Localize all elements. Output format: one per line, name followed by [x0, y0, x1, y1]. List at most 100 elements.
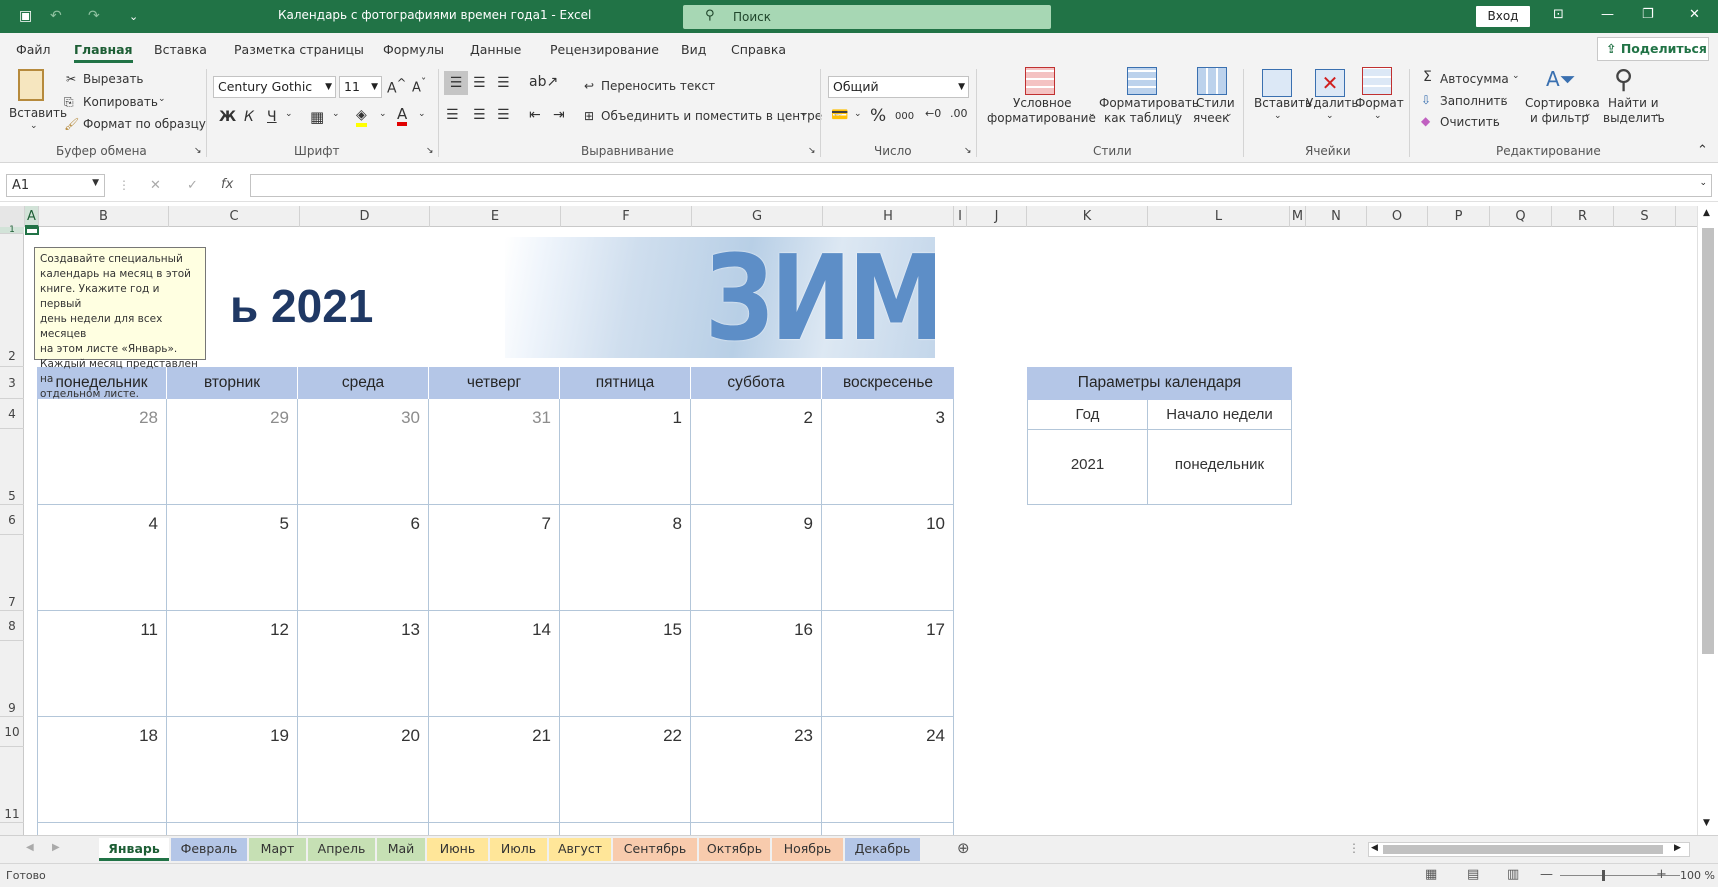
alignment-launcher-icon[interactable]: ↘: [808, 146, 816, 156]
calendar-day-cell[interactable]: 4: [37, 505, 167, 611]
calendar-day-cell[interactable]: 28: [429, 823, 560, 835]
format-cells-icon[interactable]: [1362, 67, 1392, 95]
normal-view-icon[interactable]: ▦: [1425, 867, 1437, 882]
tab-split-handle-icon[interactable]: ⋮: [1348, 841, 1360, 855]
column-header[interactable]: D: [300, 206, 430, 227]
fill-button[interactable]: Заполнить: [1440, 94, 1508, 108]
scroll-left-icon[interactable]: ◀: [1371, 843, 1378, 853]
copy-button[interactable]: Копировать: [83, 95, 158, 109]
copy-icon[interactable]: ⎘: [64, 95, 74, 110]
add-sheet-icon[interactable]: ⊕: [957, 839, 970, 857]
save-icon[interactable]: ▣: [19, 8, 32, 24]
signin-button[interactable]: Вход: [1476, 6, 1530, 27]
find-select-icon[interactable]: ⚲: [1614, 65, 1633, 95]
tab-formulas[interactable]: Формулы: [383, 42, 444, 57]
paste-dropdown-icon[interactable]: ⌄: [30, 121, 38, 131]
sheet-tab[interactable]: Август: [549, 838, 611, 861]
scroll-down-icon[interactable]: ▼: [1703, 818, 1710, 828]
conditional-formatting-icon[interactable]: [1025, 67, 1055, 95]
sheet-tab[interactable]: Февраль: [171, 838, 247, 861]
calendar-day-cell[interactable]: 20: [298, 717, 429, 823]
enter-icon[interactable]: ✓: [187, 178, 198, 193]
minimize-button[interactable]: —: [1601, 7, 1614, 22]
column-header[interactable]: S: [1614, 206, 1676, 227]
name-box[interactable]: A1 ▼: [6, 174, 105, 197]
column-header[interactable]: L: [1148, 206, 1290, 227]
column-header[interactable]: N: [1306, 206, 1367, 227]
sheet-tab[interactable]: Ноябрь: [772, 838, 843, 861]
sort-filter-label2[interactable]: и фильтр: [1530, 111, 1589, 125]
calendar-day-cell[interactable]: 11: [37, 611, 167, 717]
font-color-icon[interactable]: A: [397, 106, 408, 126]
align-left-icon[interactable]: ☰: [446, 107, 459, 123]
copy-dropdown-icon[interactable]: ⌄: [158, 94, 166, 104]
row-header[interactable]: 7: [0, 535, 24, 611]
calendar-day-cell[interactable]: 29: [560, 823, 691, 835]
chevron-down-icon[interactable]: ⌄: [854, 109, 862, 119]
clear-icon[interactable]: ◆: [1421, 114, 1430, 128]
calendar-day-cell[interactable]: 14: [429, 611, 560, 717]
calendar-day-cell[interactable]: 6: [298, 505, 429, 611]
chevron-down-icon[interactable]: ⌄: [1501, 93, 1509, 103]
calendar-day-cell[interactable]: 7: [429, 505, 560, 611]
underline-button[interactable]: Ч: [267, 109, 277, 125]
calendar-day-cell[interactable]: 1: [560, 399, 691, 505]
column-header[interactable]: M: [1290, 206, 1306, 227]
column-header[interactable]: C: [169, 206, 300, 227]
redo-icon[interactable]: ↷: [88, 8, 100, 24]
align-center-icon[interactable]: ☰: [473, 107, 486, 123]
sheet-tab[interactable]: Июнь: [427, 838, 488, 861]
currency-icon[interactable]: 💳: [831, 107, 848, 123]
scroll-right-icon[interactable]: ▶: [1674, 843, 1681, 853]
calendar-day-cell[interactable]: 26: [167, 823, 298, 835]
tab-page-layout[interactable]: Разметка страницы: [234, 42, 364, 57]
thousands-button[interactable]: 000: [895, 111, 914, 122]
chevron-down-icon[interactable]: ⌄: [1225, 109, 1233, 119]
row-header[interactable]: 8: [0, 611, 24, 641]
chevron-down-icon[interactable]: ⌄: [1492, 114, 1500, 124]
row-header[interactable]: 9: [0, 641, 24, 717]
collapse-ribbon-icon[interactable]: ⌃: [1697, 143, 1708, 158]
column-header[interactable]: O: [1367, 206, 1428, 227]
tab-help[interactable]: Справка: [731, 42, 786, 57]
page-layout-view-icon[interactable]: ▤: [1467, 867, 1479, 882]
row-header[interactable]: 11: [0, 747, 24, 823]
italic-button[interactable]: К: [244, 109, 254, 125]
autosum-button[interactable]: Автосумма: [1440, 72, 1509, 86]
delete-cells-button[interactable]: Удалить: [1306, 96, 1359, 110]
calendar-day-cell[interactable]: 24: [822, 717, 954, 823]
calendar-day-cell[interactable]: 30: [691, 823, 822, 835]
clipboard-launcher-icon[interactable]: ↘: [194, 146, 202, 156]
worksheet-grid[interactable]: ь 2021 ЗИМА понедельник вторник среда че…: [25, 227, 1697, 835]
paste-button[interactable]: Вставить: [9, 106, 67, 120]
chevron-down-icon[interactable]: ⌄: [1326, 111, 1334, 121]
close-button[interactable]: ✕: [1689, 7, 1700, 22]
tab-home[interactable]: Главная: [74, 42, 133, 63]
fill-icon[interactable]: ⇩: [1421, 93, 1431, 107]
row-header[interactable]: 10: [0, 717, 24, 747]
calendar-day-cell[interactable]: 21: [429, 717, 560, 823]
calendar-day-cell[interactable]: 19: [167, 717, 298, 823]
column-header[interactable]: H: [823, 206, 954, 227]
autosum-icon[interactable]: Σ: [1423, 69, 1432, 85]
chevron-down-icon[interactable]: ⌄: [1512, 71, 1520, 81]
calendar-day-cell[interactable]: 15: [560, 611, 691, 717]
number-format-combo[interactable]: Общий ▼: [828, 76, 969, 98]
decrease-indent-icon[interactable]: ⇤: [529, 107, 541, 123]
sheet-tab[interactable]: Декабрь: [845, 838, 920, 861]
merge-button[interactable]: Объединить и поместить в центре: [601, 109, 822, 123]
format-as-table-label2[interactable]: как таблицу: [1104, 111, 1182, 125]
delete-cells-icon[interactable]: ✕: [1315, 69, 1345, 97]
calendar-day-cell[interactable]: 10: [822, 505, 954, 611]
select-all-corner[interactable]: [0, 206, 25, 227]
calendar-day-cell[interactable]: 25: [37, 823, 167, 835]
column-header[interactable]: J: [967, 206, 1027, 227]
sheet-tab[interactable]: Октябрь: [699, 838, 770, 861]
sort-filter-icon[interactable]: A⏷: [1546, 67, 1576, 91]
align-right-icon[interactable]: ☰: [497, 107, 510, 123]
chevron-down-icon[interactable]: ⌄: [1374, 111, 1382, 121]
percent-button[interactable]: %: [870, 106, 886, 126]
horizontal-scrollbar[interactable]: ◀ ▶: [1368, 842, 1690, 857]
font-size-combo[interactable]: 11 ▼: [339, 76, 382, 98]
ribbon-display-icon[interactable]: ⊡: [1553, 7, 1564, 22]
